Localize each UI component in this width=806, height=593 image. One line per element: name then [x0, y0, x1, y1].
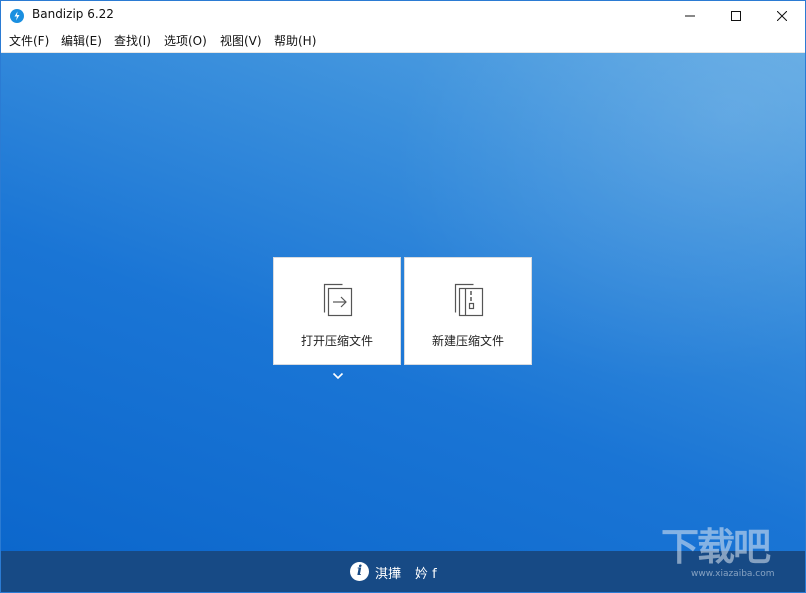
menu-find[interactable]: 查找(I)	[113, 33, 152, 49]
minimize-button[interactable]	[667, 1, 713, 31]
status-text: 淇撶妗 f	[375, 563, 437, 582]
menu-options[interactable]: 选项(O)	[163, 33, 208, 49]
open-archive-button[interactable]: 打开压缩文件	[273, 257, 401, 365]
new-archive-icon	[454, 283, 484, 317]
status-text-part2: 妗 f	[415, 567, 437, 582]
start-screen: 打开压缩文件 新建压缩文件	[1, 53, 805, 551]
minimize-icon	[685, 15, 695, 17]
close-button[interactable]	[759, 1, 805, 31]
info-icon: i	[350, 562, 369, 581]
status-text-part1: 淇撶	[375, 567, 402, 582]
maximize-icon	[731, 11, 741, 21]
close-icon	[777, 11, 787, 21]
menu-view[interactable]: 视图(V)	[219, 33, 263, 49]
watermark-text: 下载吧	[661, 525, 771, 569]
menu-file[interactable]: 文件(F)	[8, 33, 50, 49]
open-archive-label: 打开压缩文件	[300, 334, 373, 348]
chevron-down-icon[interactable]	[331, 371, 345, 381]
watermark-url: www.xiazaiba.com	[691, 569, 775, 579]
menu-help[interactable]: 帮助(H)	[273, 33, 317, 49]
maximize-button[interactable]	[713, 1, 759, 31]
open-archive-icon	[323, 283, 353, 317]
watermark: 下载吧 www.xiazaiba.com	[661, 526, 801, 588]
new-archive-label: 新建压缩文件	[431, 334, 504, 348]
title-bar[interactable]: Bandizip 6.22	[1, 1, 805, 31]
app-window: Bandizip 6.22 文件(F) 编辑(E) 查找(I) 选项(O) 视图…	[0, 0, 806, 593]
menu-edit[interactable]: 编辑(E)	[60, 33, 103, 49]
menu-bar: 文件(F) 编辑(E) 查找(I) 选项(O) 视图(V) 帮助(H)	[1, 31, 805, 53]
bandizip-logo-icon	[10, 9, 24, 23]
window-title: Bandizip 6.22	[32, 7, 114, 21]
new-archive-button[interactable]: 新建压缩文件	[404, 257, 532, 365]
